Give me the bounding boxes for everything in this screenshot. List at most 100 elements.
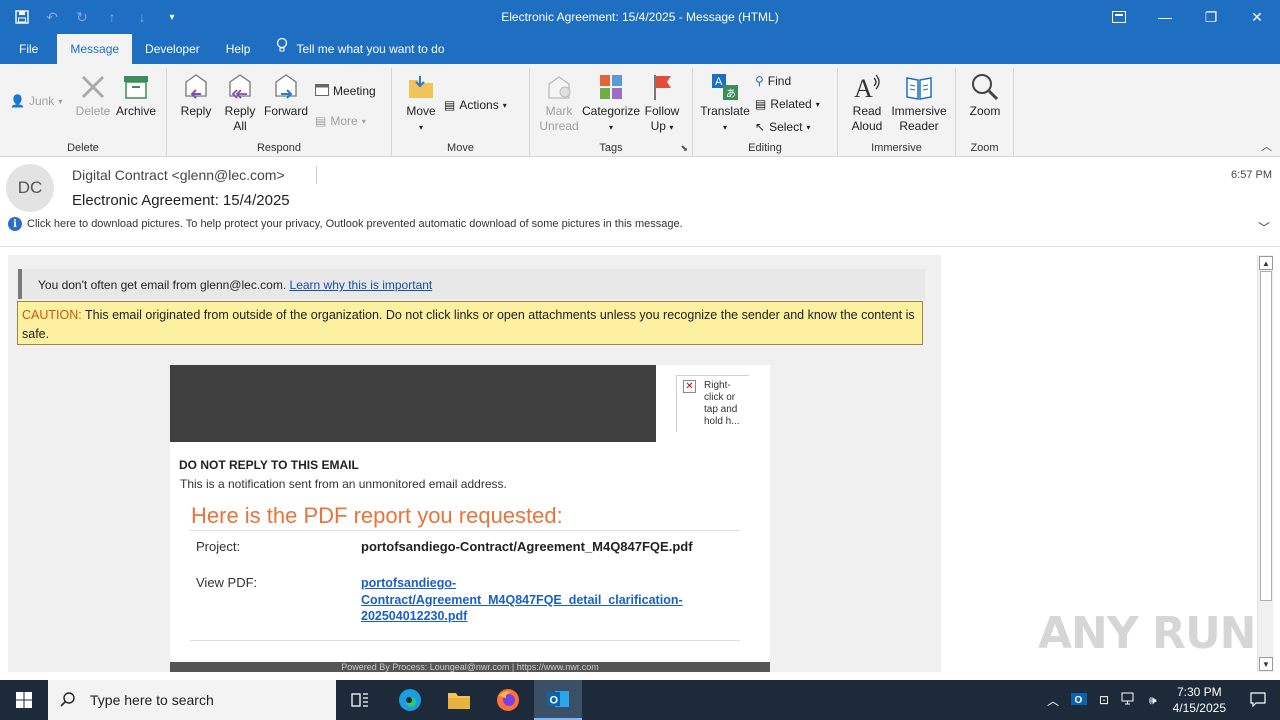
tell-me-search[interactable]: Tell me what you want to do [263, 34, 457, 64]
related-button[interactable]: ▤ Related ▾ [755, 97, 820, 111]
junk-button[interactable]: 👤 Junk ▾ [10, 94, 62, 108]
view-pdf-link[interactable]: portofsandiego-Contract/Agreement_M4Q847… [361, 575, 721, 625]
learn-why-link[interactable]: Learn why this is important [290, 278, 433, 292]
delete-icon [81, 75, 105, 99]
broken-image-icon: ✕ [683, 380, 696, 393]
avatar[interactable]: DC [6, 164, 54, 212]
header-banner-image [170, 365, 656, 442]
read-aloud-label-2: Aloud [851, 119, 883, 133]
network-icon[interactable] [1115, 692, 1143, 709]
immersive-group-label: Immersive [871, 142, 922, 154]
zoom-group: Zoom Zoom [956, 68, 1014, 156]
clock-time: 7:30 PM [1176, 685, 1222, 699]
svg-text:O: O [550, 695, 559, 707]
meeting-button[interactable]: Meeting [315, 83, 376, 99]
chevron-down-icon: ▾ [58, 96, 63, 106]
archive-icon [124, 76, 148, 99]
mark-unread-label-1: Mark [545, 104, 573, 118]
actions-label: Actions [459, 98, 499, 112]
categorize-icon [600, 75, 622, 99]
chevron-down-icon[interactable]: ﹀ [1258, 219, 1270, 236]
delete-button[interactable]: Delete [72, 72, 114, 119]
immersive-reader-button[interactable]: Immersive Reader [890, 72, 948, 134]
scroll-down-icon[interactable]: ▼ [1259, 657, 1273, 671]
task-view-icon[interactable] [336, 680, 384, 720]
select-button[interactable]: ↖ Select ▾ [755, 120, 810, 134]
find-button[interactable]: ⚲ Find [755, 74, 791, 88]
follow-up-button[interactable]: Follow Up ▾ [640, 72, 684, 135]
file-explorer-icon[interactable] [435, 680, 483, 720]
message-body: You don't often get email from glenn@lec… [8, 255, 941, 672]
junk-icon: 👤 [10, 94, 25, 108]
clock[interactable]: 7:30 PM 4/15/2025 [1163, 684, 1236, 716]
do-not-reply-heading: DO NOT REPLY TO THIS EMAIL [179, 458, 359, 472]
more-label: More [330, 114, 358, 128]
tell-me-label: Tell me what you want to do [296, 42, 445, 56]
edge-icon[interactable] [386, 680, 434, 720]
title-bar: ↶ ↻ ↑ ↓ ▾ Electronic Agreement: 15/4/202… [0, 0, 1280, 34]
move-button[interactable]: Move ▾ [398, 72, 444, 135]
tab-message[interactable]: Message [57, 34, 133, 64]
chevron-down-icon: ▾ [669, 123, 674, 132]
immersive-reader-icon [906, 77, 932, 100]
zoom-button[interactable]: Zoom [962, 72, 1008, 119]
follow-up-label-1: Follow [644, 104, 680, 118]
forward-button[interactable]: Forward [263, 72, 309, 119]
taskbar-search[interactable]: Type here to search [48, 680, 336, 720]
magnifier-icon: ⚲ [755, 74, 764, 88]
svg-text:あ: あ [726, 88, 736, 100]
notifications-icon[interactable] [1236, 691, 1280, 710]
outlook-tray-icon[interactable]: O [1065, 691, 1093, 710]
minimize-icon[interactable]: — [1142, 0, 1188, 34]
ribbon-tabs: File Message Developer Help Tell me what… [0, 34, 1280, 64]
actions-button[interactable]: ▤ Actions ▾ [444, 98, 507, 112]
view-pdf-label: View PDF: [196, 575, 258, 590]
firefox-icon[interactable] [484, 680, 532, 720]
scroll-up-icon[interactable]: ▲ [1259, 256, 1273, 270]
divider [316, 166, 317, 184]
dialog-launcher-icon[interactable]: ⬊ [680, 143, 688, 154]
tab-file[interactable]: File [0, 34, 57, 64]
read-aloud-button[interactable]: A Read Aloud [844, 72, 890, 134]
respond-group: Reply Reply All Forward Meeting ▤ More ▾… [167, 68, 392, 156]
reply-button[interactable]: Reply [175, 72, 217, 119]
read-aloud-label-1: Read [852, 104, 882, 118]
immersive-reader-label-1: Immersive [891, 104, 947, 118]
broken-image-placeholder[interactable]: ✕ Right-click or tap and hold h... [676, 375, 749, 432]
windows-icon [16, 692, 32, 708]
archive-button[interactable]: Archive [114, 72, 158, 119]
vertical-scrollbar[interactable]: ▲ ▼ [1257, 255, 1273, 672]
download-pictures-infobar[interactable]: i Click here to download pictures. To he… [8, 217, 683, 231]
volume-icon[interactable]: 🕪 [1143, 693, 1163, 708]
caution-text: This email originated from outside of th… [22, 308, 915, 341]
more-respond-button[interactable]: ▤ More ▾ [315, 114, 366, 128]
immersive-reader-label-2: Reader [899, 119, 939, 133]
sender[interactable]: Digital Contract <glenn@lec.com> [72, 167, 285, 183]
translate-button[interactable]: Aあ Translate ▾ [699, 72, 751, 135]
mark-unread-label-2: Unread [539, 119, 579, 133]
taskbar: Type here to search O ︿ O ⊡ 🕪 7:30 PM 4/… [0, 680, 1280, 720]
mark-unread-button[interactable]: Mark Unread [536, 72, 582, 134]
chevron-down-icon: ▾ [806, 122, 811, 132]
close-icon[interactable]: ✕ [1234, 0, 1280, 34]
restore-icon[interactable]: ❐ [1188, 0, 1234, 34]
message-time: 6:57 PM [1231, 169, 1272, 181]
message-header: DC Digital Contract <glenn@lec.com> Elec… [0, 157, 1280, 247]
ribbon-display-options-icon[interactable] [1096, 0, 1142, 34]
collapse-ribbon-icon[interactable]: ︿ [1261, 138, 1272, 154]
reply-icon [185, 74, 207, 99]
tab-help[interactable]: Help [213, 34, 264, 64]
scrollbar-thumb[interactable] [1260, 271, 1272, 601]
tab-developer[interactable]: Developer [132, 34, 213, 64]
reply-all-button[interactable]: Reply All [219, 72, 261, 134]
more-icon: ▤ [315, 114, 327, 128]
immersive-group: A Read Aloud Immersive Reader Immersive [838, 68, 956, 156]
show-hidden-icons-icon[interactable]: ︿ [1041, 692, 1065, 709]
outlook-taskbar-icon[interactable]: O [534, 680, 582, 720]
start-button[interactable] [0, 680, 48, 720]
categorize-button[interactable]: Categorize ▾ [582, 72, 640, 135]
device-icon[interactable]: ⊡ [1093, 693, 1115, 707]
project-label: Project: [196, 539, 241, 554]
reply-all-label-2: All [233, 119, 247, 133]
svg-text:O: O [1074, 695, 1082, 706]
